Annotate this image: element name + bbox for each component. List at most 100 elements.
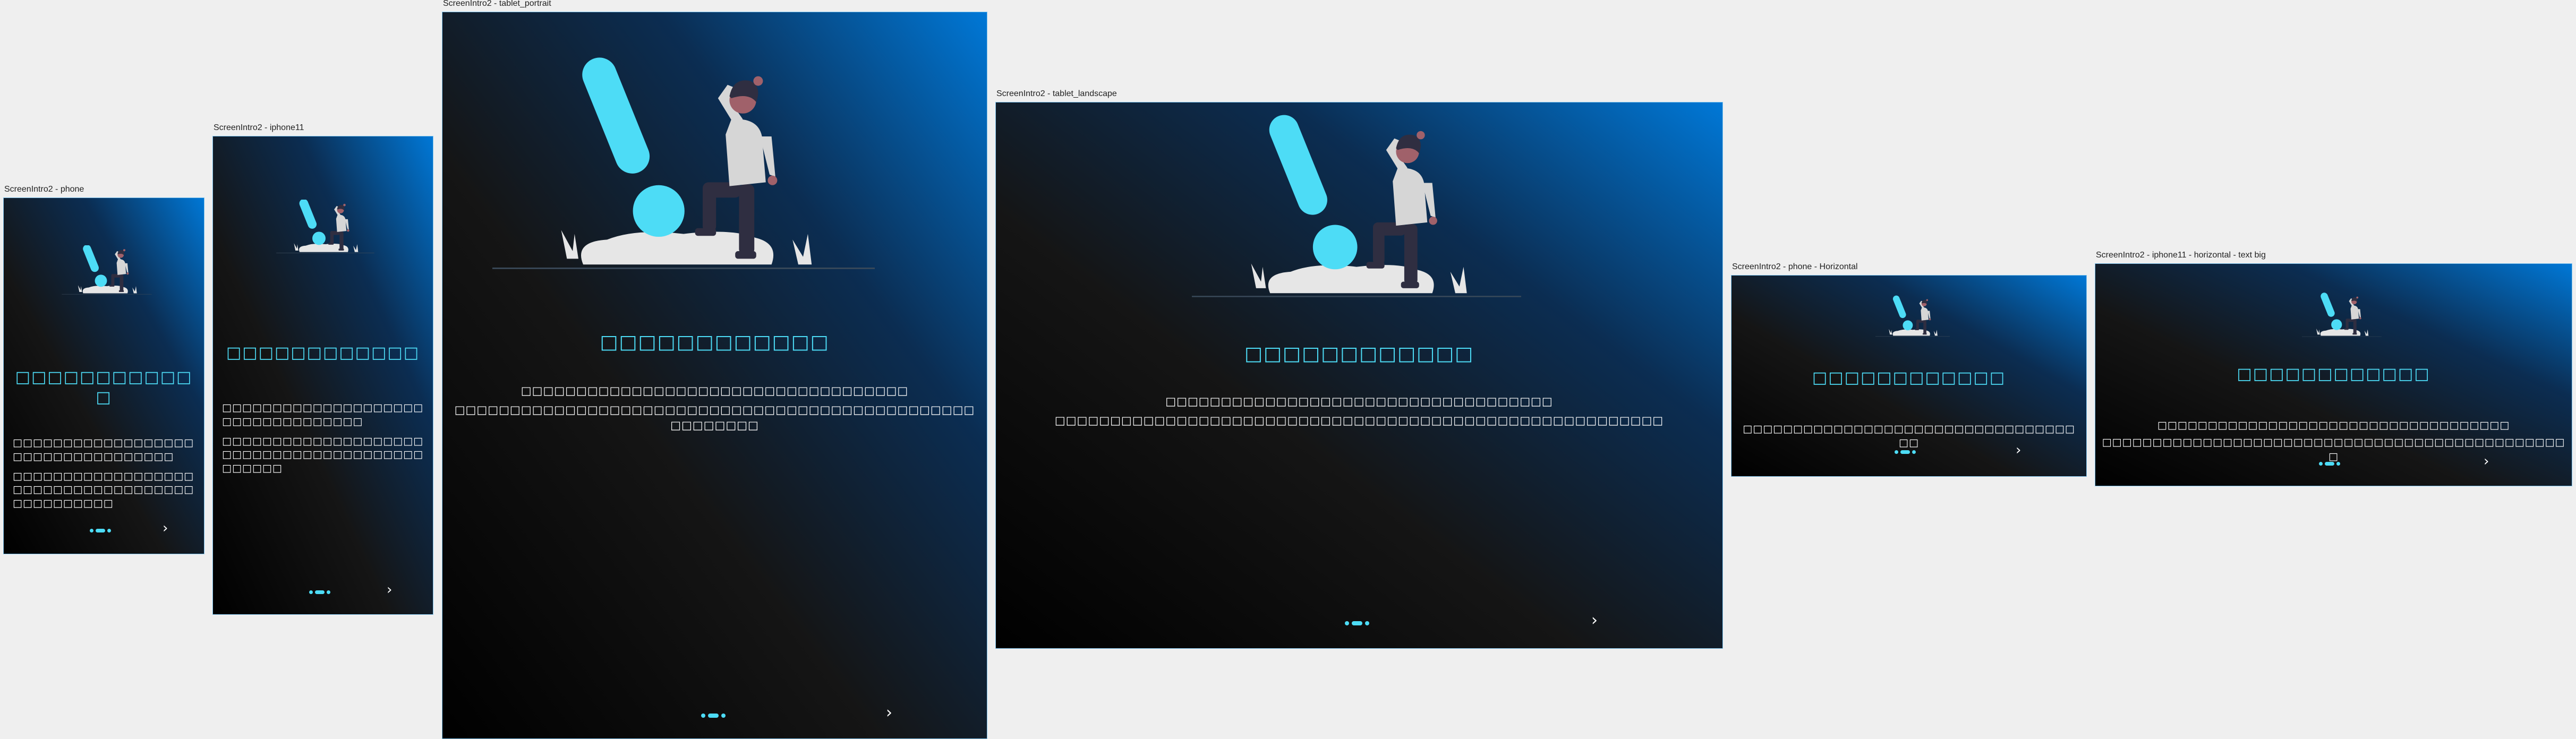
screen: □□□□□□□□□□□□ □□□□□□□□□□□□□□□□□□□□□□□□□□□…	[1731, 275, 2087, 477]
grass-left	[1251, 263, 1266, 288]
body-paragraph-1: □□□□□□□□□□□□□□□□□□□□□□□□□□□□□□□□□□□	[1743, 423, 2075, 449]
next-button[interactable]: ›	[2484, 454, 2489, 468]
grass-left	[1889, 329, 1892, 335]
page-dot-active[interactable]	[315, 590, 325, 594]
person-shoe-back	[735, 251, 756, 259]
illustration	[1192, 113, 1521, 336]
person-shoe-front	[328, 243, 334, 245]
person-hand	[767, 175, 778, 185]
page-dot-3[interactable]	[721, 714, 726, 718]
illustration	[492, 28, 875, 341]
exclamation-dot	[633, 185, 685, 237]
person-hair-bun	[753, 76, 763, 86]
screen-body: □□□□□□□□□□□□□□□□□□□□□□□□□□□□□□□□□□□ □□□□…	[1017, 394, 1702, 435]
next-button[interactable]: ›	[163, 521, 168, 535]
frame-tablet-landscape: ScreenIntro2 - tablet_landscape □□□□□□□□…	[995, 90, 1723, 649]
person-hand	[347, 229, 349, 232]
page-indicator[interactable]	[1895, 450, 1916, 454]
body-paragraph-1: □□□□□□□□□□□□□□□□□□□□□□□□□□□□□□□□□□	[13, 437, 194, 462]
page-dot-3[interactable]	[107, 529, 111, 532]
person-shoe-front	[2344, 328, 2349, 330]
frame-iphone11: ScreenIntro2 - iphone11 □□□□□□□□□□□□ □□□…	[212, 124, 433, 615]
next-button[interactable]: ›	[886, 705, 892, 721]
frame-phone-horizontal: ScreenIntro2 - phone - Horizontal □□□□□□…	[1731, 263, 2087, 477]
next-button[interactable]: ›	[1591, 613, 1598, 629]
body-paragraph-2: □□□□□□□□□□□□□□□□□□□□□□□□□□□□□□□□□□□□□□□□…	[13, 470, 194, 509]
page-dot-active[interactable]	[708, 714, 719, 718]
exclamation-dot	[2331, 319, 2342, 330]
page-indicator[interactable]	[701, 714, 726, 718]
person-leg-down	[703, 184, 716, 232]
body-paragraph-2: □□□□□□□□□□□□□□□□□□□□□□□□□□□□□□□□□□□□□□□□…	[2102, 436, 2565, 463]
screen-title: □□□□□□□□□□□□	[226, 343, 420, 362]
page-dot-1[interactable]	[1895, 450, 1898, 454]
grass-left	[2316, 329, 2320, 335]
exclamation-bar	[1892, 295, 1906, 319]
frame-label: ScreenIntro2 - iphone11	[214, 123, 304, 132]
person-hand	[2359, 317, 2361, 320]
person-torso	[2350, 305, 2359, 320]
exclamation-bar	[1269, 115, 1327, 215]
screen: □□□□□□□□□□□□ □□□□□□□□□□□□□□□□□□□□□□□□□□□…	[212, 136, 433, 615]
page-dot-active[interactable]	[1900, 450, 1910, 454]
screen-title: □□□□□□□□□□□□	[15, 368, 193, 407]
grass-right	[1450, 267, 1467, 294]
illustration	[276, 200, 374, 263]
illustration	[2302, 285, 2382, 354]
exclamation-bar	[2321, 293, 2335, 317]
frame-label: ScreenIntro2 - tablet_landscape	[996, 89, 1117, 98]
screen-body: □□□□□□□□□□□□□□□□□□□□□□□□□□□□□□□□□□□ □□□□…	[453, 383, 977, 440]
person-torso	[116, 259, 126, 275]
person-torso	[336, 214, 347, 232]
person-torso	[1393, 168, 1428, 226]
exclamation-dot	[312, 231, 326, 245]
page-indicator[interactable]	[2319, 462, 2340, 466]
frame-label: ScreenIntro2 - phone	[4, 185, 84, 194]
person-shoe-back	[118, 290, 124, 292]
page-dot-3[interactable]	[1912, 450, 1916, 454]
next-button[interactable]: ›	[387, 583, 392, 597]
person-leg-down	[111, 274, 115, 286]
page-dot-1[interactable]	[90, 529, 93, 532]
page-dot-3[interactable]	[327, 590, 330, 594]
person-hair-bun	[123, 249, 126, 252]
person-leg-down	[1916, 320, 1919, 330]
person-hand	[126, 272, 129, 275]
screen-body: □□□□□□□□□□□□□□□□□□□□□□□□□□□□□□□□□□ □□□□□…	[13, 436, 195, 517]
screen-title: □□□□□□□□□□□□	[1244, 343, 1474, 365]
person-hand	[1429, 217, 1437, 225]
page-dot-1[interactable]	[2319, 462, 2323, 466]
page-dot-active[interactable]	[1352, 621, 1362, 625]
screen: □□□□□□□□□□□□ □□□□□□□□□□□□□□□□□□□□□□□□□□□…	[3, 197, 204, 554]
page-dot-3[interactable]	[2336, 462, 2340, 466]
body-paragraph-1: □□□□□□□□□□□□□□□□□□□□□□□□□□□□□□□□□□□	[521, 384, 909, 397]
exclamation-bar	[83, 245, 99, 272]
page-dot-1[interactable]	[1345, 621, 1349, 625]
person-hair-bun	[1417, 131, 1425, 140]
person-shoe-front	[109, 285, 115, 287]
page-dot-3[interactable]	[1365, 621, 1369, 625]
page-indicator[interactable]	[309, 590, 330, 594]
body-paragraph-1: □□□□□□□□□□□□□□□□□□□□□□□□□□□□□□□□□□	[222, 402, 424, 427]
exclamation-bar	[582, 57, 650, 174]
page-indicator[interactable]	[1345, 621, 1369, 625]
grass-left	[78, 285, 82, 292]
frame-iphone11-horizontal-text-big: ScreenIntro2 - iphone11 - horizontal - t…	[2095, 251, 2572, 486]
page-dot-1[interactable]	[309, 590, 313, 594]
screen-body: □□□□□□□□□□□□□□□□□□□□□□□□□□□□□□□□□□ □□□□□…	[222, 401, 424, 482]
grass-left	[561, 230, 578, 259]
person-shoe-back	[338, 248, 344, 251]
person-leg-back	[2353, 319, 2357, 334]
person-shoe-back	[1401, 281, 1419, 288]
next-button[interactable]: ›	[2016, 443, 2021, 457]
body-paragraph-1: □□□□□□□□□□□□□□□□□□□□□□□□□□□□□□□□□□□	[1165, 395, 1553, 408]
page-dot-active[interactable]	[2325, 462, 2334, 466]
person-leg-down	[330, 231, 334, 244]
screen: □□□□□□□□□□□□ □□□□□□□□□□□□□□□□□□□□□□□□□□□…	[2095, 263, 2572, 486]
page-dot-1[interactable]	[701, 714, 705, 718]
page-dot-active[interactable]	[96, 529, 105, 532]
person-leg-down	[2345, 319, 2349, 329]
frame-phone: ScreenIntro2 - phone □□□□□□□□□□□□ □□□□□□…	[3, 185, 204, 554]
page-indicator[interactable]	[90, 529, 111, 532]
grass-right	[1933, 330, 1938, 336]
